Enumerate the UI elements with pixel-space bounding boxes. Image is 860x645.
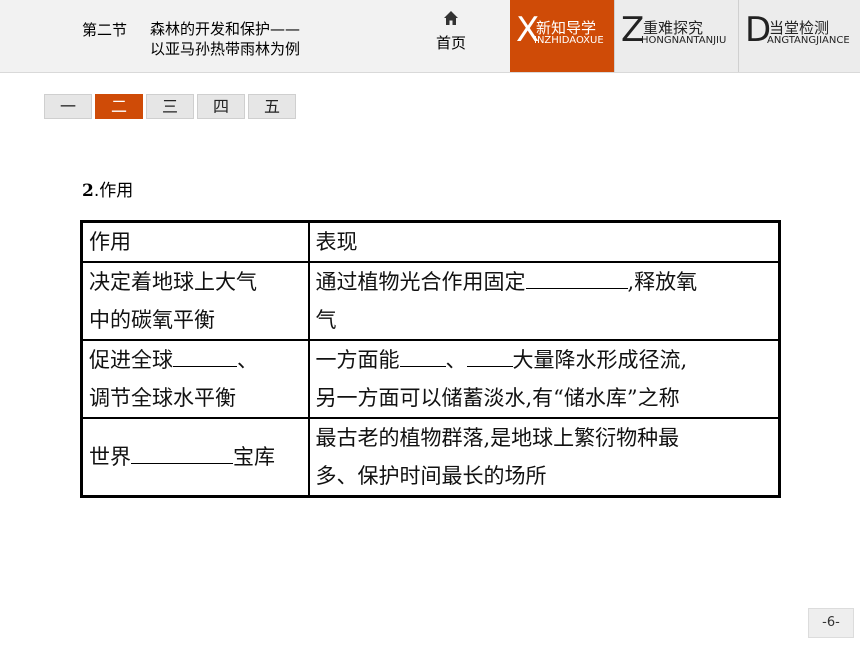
page-tab-4[interactable]: 四: [197, 94, 245, 119]
page-tab-1[interactable]: 一: [44, 94, 92, 119]
top-header: 第二节 森林的开发和保护—— 以亚马孙热带雨林为例 首页 X 新知导学 INZH…: [0, 0, 860, 73]
section-title-line1: 森林的开发和保护——: [150, 20, 301, 38]
cell-line: 另一方面可以储蓄淡水,有“储水库”之称: [315, 386, 680, 410]
table-header-cell: 表现: [307, 220, 781, 263]
cell-text: ,释放氧: [627, 270, 698, 294]
cell-line: 调节全球水平衡: [89, 386, 236, 410]
fill-blank[interactable]: [173, 341, 237, 367]
cell-text: 一方面能: [315, 348, 400, 372]
cell-text: 、: [237, 348, 258, 372]
tab-pinyin: HONGNANTANJIU: [641, 35, 727, 46]
page-tabs: 一 二 三 四 五: [44, 94, 299, 119]
cell-line: 促进全球 、: [89, 341, 302, 379]
tab-dangtangjiance[interactable]: D 当堂检测 ANGTANGJIANCE: [738, 0, 860, 72]
table-cell: 通过植物光合作用固定 ,释放氧 气: [307, 261, 781, 341]
cell-line: 中的碳氧平衡: [89, 308, 215, 332]
table-cell: 一方面能 、 大量降水形成径流, 另一方面可以储蓄淡水,有“储水库”之称: [307, 339, 781, 419]
cell-text: 通过植物光合作用固定: [315, 270, 526, 294]
page-number: -6-: [808, 608, 854, 638]
cell-line: 最古老的植物群落,是地球上繁衍物种最: [315, 426, 680, 450]
table-cell: 促进全球 、 调节全球水平衡: [80, 339, 310, 419]
table-cell: 决定着地球上大气 中的碳氧平衡: [80, 261, 310, 341]
fill-blank[interactable]: [466, 341, 513, 367]
cell-line: 气: [315, 308, 337, 332]
fill-blank[interactable]: [131, 438, 233, 464]
cell-text: 促进全球: [89, 348, 173, 372]
table-cell: 世界 宝库: [80, 417, 310, 498]
tab-xinzhidaoxue[interactable]: X 新知导学 INZHIDAOXUE: [510, 0, 614, 72]
cell-text: 世界: [89, 445, 131, 469]
table-row: 世界 宝库 最古老的植物群落,是地球上繁衍物种最 多、保护时间最长的场所: [80, 417, 781, 498]
cell-text: 大量降水形成径流,: [512, 348, 688, 372]
page-tab-3[interactable]: 三: [146, 94, 194, 119]
cell-text: 宝库: [233, 445, 275, 469]
fill-blank[interactable]: [399, 341, 446, 367]
home-icon: [444, 11, 458, 25]
tab-pinyin: INZHIDAOXUE: [534, 35, 604, 46]
section-title-line2: 以亚马孙热带雨林为例: [150, 40, 301, 58]
cell-line: 一方面能 、 大量降水形成径流,: [316, 341, 773, 379]
table-row: 决定着地球上大气 中的碳氧平衡 通过植物光合作用固定 ,释放氧 气: [80, 261, 781, 341]
table-row: 促进全球 、 调节全球水平衡 一方面能 、 大量降水形成径流, 另一方面可以储蓄淡水,…: [80, 339, 781, 419]
cell-line: 世界 宝库: [89, 438, 302, 476]
cell-line: 通过植物光合作用固定 ,释放氧: [316, 263, 773, 301]
section-number: 第二节: [82, 21, 128, 39]
home-button[interactable]: 首页: [424, 8, 478, 53]
table-header-row: 作用 表现: [80, 220, 781, 263]
subheading-text: .作用: [93, 181, 134, 201]
tab-pinyin: ANGTANGJIANCE: [767, 35, 850, 46]
content-table: 作用 表现 决定着地球上大气 中的碳氧平衡 通过植物光合作用固定 ,释放氧 气 促…: [80, 220, 781, 498]
page-tab-2[interactable]: 二: [95, 94, 143, 119]
subheading: 2.作用: [82, 176, 133, 201]
cell-text: 、: [445, 348, 467, 372]
subheading-number: 2: [82, 181, 94, 201]
fill-blank[interactable]: [525, 263, 628, 289]
section-title: 森林的开发和保护—— 以亚马孙热带雨林为例: [150, 19, 300, 59]
home-label: 首页: [435, 34, 466, 52]
cell-line: 决定着地球上大气: [89, 270, 257, 294]
table-cell: 最古老的植物群落,是地球上繁衍物种最 多、保护时间最长的场所: [307, 417, 781, 498]
page-tab-5[interactable]: 五: [248, 94, 296, 119]
cell-line: 多、保护时间最长的场所: [315, 464, 547, 488]
table-header-cell: 作用: [80, 220, 310, 263]
tab-zhongnantanjiu[interactable]: Z 重难探究 HONGNANTANJIU: [614, 0, 738, 72]
